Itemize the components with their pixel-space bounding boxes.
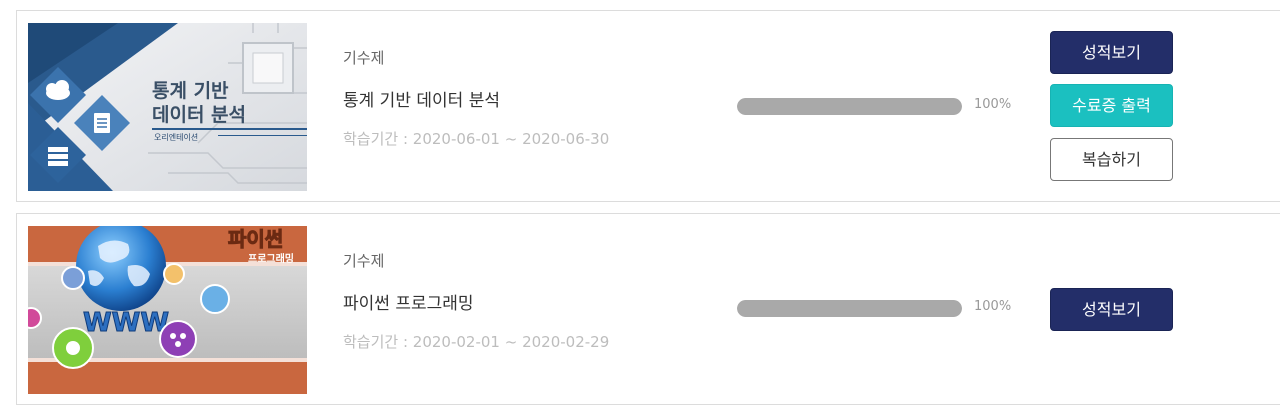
progress-bar	[737, 300, 962, 317]
python-thumbnail-image: WWW 파이썬 프로그래밍	[28, 226, 307, 394]
course-list: 통계 기반 데이터 분석 오리엔테이션 기수제 통계 기반 데이터 분석 학습기…	[0, 0, 1280, 420]
view-grades-button[interactable]: 성적보기	[1050, 288, 1173, 331]
thumb-title-line1: 파이썬	[228, 227, 283, 251]
progress-bar	[737, 98, 962, 115]
thumb-title-line2: 프로그래밍	[248, 252, 294, 265]
review-button[interactable]: 복습하기	[1050, 138, 1173, 181]
view-grades-button[interactable]: 성적보기	[1050, 31, 1173, 74]
thumb-subtitle: 오리엔테이션	[154, 132, 198, 142]
progress-percent: 100%	[974, 299, 1012, 314]
print-certificate-button[interactable]: 수료증 출력	[1050, 84, 1173, 127]
progress-bar-fill	[737, 98, 962, 115]
thumb-title-line1: 통계 기반	[152, 80, 229, 102]
course-thumbnail[interactable]: WWW 파이썬 프로그래밍	[28, 226, 307, 394]
course-card: 통계 기반 데이터 분석 오리엔테이션 기수제 통계 기반 데이터 분석 학습기…	[16, 10, 1280, 202]
thumb-title-line2: 데이터 분석	[152, 104, 246, 126]
course-type-label: 기수제	[343, 49, 385, 67]
course-type-label: 기수제	[343, 252, 385, 270]
course-card: WWW 파이썬 프로그래밍 기수제 파이썬 프로그래밍 학습기간: 2020-…	[16, 213, 1280, 405]
statistics-thumbnail-image: 통계 기반 데이터 분석 오리엔테이션	[28, 23, 307, 191]
progress-bar-fill	[737, 300, 962, 317]
course-title[interactable]: 파이썬 프로그래밍	[343, 289, 474, 314]
course-thumbnail[interactable]: 통계 기반 데이터 분석 오리엔테이션	[28, 23, 307, 191]
course-period: 학습기간 : 2020-06-01 ~ 2020-06-30	[343, 130, 610, 148]
progress-percent: 100%	[974, 97, 1012, 112]
thumb-globe-text: WWW	[83, 308, 169, 338]
course-period: 학습기간 : 2020-02-01 ~ 2020-02-29	[343, 333, 610, 351]
course-title[interactable]: 통계 기반 데이터 분석	[343, 86, 500, 111]
